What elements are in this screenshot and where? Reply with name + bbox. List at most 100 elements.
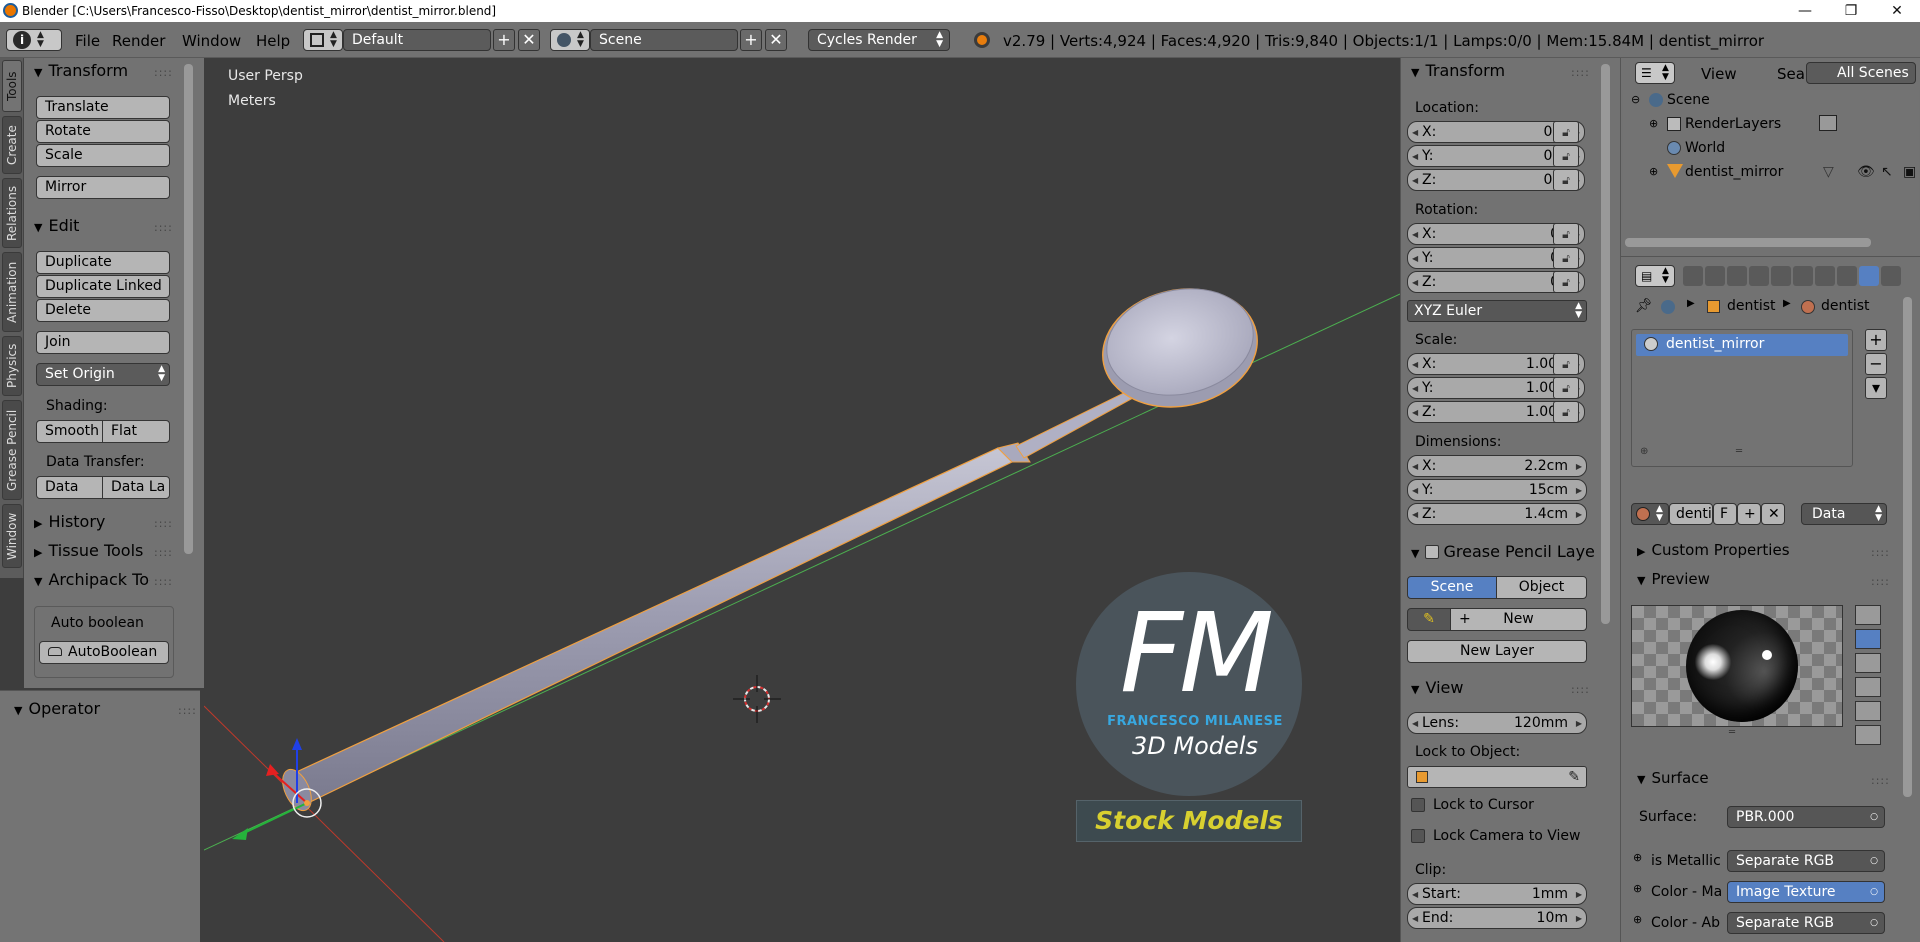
view-panel-header[interactable]: ▼ View xyxy=(1411,678,1463,697)
grease-pencil-checkbox[interactable] xyxy=(1425,545,1440,559)
tab-physics[interactable]: Physics xyxy=(2,336,22,396)
new-material-button[interactable]: + xyxy=(1737,503,1761,525)
3d-viewport[interactable]: User Persp Meters FM FRANCESCO MILANESE … xyxy=(204,58,1400,942)
lock-to-object-field[interactable]: ✎ xyxy=(1407,766,1587,788)
data-transfer-button[interactable]: Data xyxy=(36,476,103,499)
delete-button[interactable]: Delete xyxy=(36,299,170,322)
expand-input-icon[interactable]: ⊕ xyxy=(1633,882,1642,895)
drag-grip-icon[interactable]: :::: xyxy=(1871,774,1890,787)
lock-icon[interactable]: 🔓︎ xyxy=(1553,223,1579,245)
outliner-row-renderlayers[interactable]: ⊕ RenderLayers xyxy=(1623,112,1919,136)
expand-input-icon[interactable]: ⊕ xyxy=(1633,851,1642,864)
lock-to-cursor-checkbox[interactable] xyxy=(1411,798,1425,812)
properties-scrollbar[interactable] xyxy=(1903,297,1912,797)
material-specials-button[interactable]: ▾ xyxy=(1865,377,1887,399)
tab-tools[interactable]: Tools xyxy=(2,60,22,112)
transform-panel-header[interactable]: ▼ Transform xyxy=(34,61,128,80)
render-tab-icon[interactable] xyxy=(1683,266,1703,286)
menu-window[interactable]: Window xyxy=(182,32,241,50)
drag-grip-icon[interactable]: :::: xyxy=(154,517,173,530)
3d-cursor-icon[interactable] xyxy=(733,675,781,723)
input-node-select[interactable]: Separate RGB ○ xyxy=(1727,850,1885,872)
cube-preview-icon[interactable] xyxy=(1855,653,1881,673)
plane-preview-icon[interactable] xyxy=(1855,605,1881,625)
add-material-slot-button[interactable]: + xyxy=(1865,329,1887,351)
drag-grip-icon[interactable]: :::: xyxy=(154,546,173,559)
unlink-material-button[interactable]: ✕ xyxy=(1761,503,1785,525)
rotation-mode-select[interactable]: XYZ Euler ▲ ▼ xyxy=(1407,300,1587,322)
outliner-scrollbar[interactable] xyxy=(1625,238,1871,247)
outliner-display-mode-select[interactable]: All Scenes xyxy=(1806,62,1916,84)
archipack-panel-header[interactable]: ▼ Archipack Tools xyxy=(34,570,150,589)
lock-camera-to-view-checkbox[interactable] xyxy=(1411,829,1425,843)
x-gizmo-arrow[interactable] xyxy=(266,764,279,776)
transform-panel-header[interactable]: ▼ Transform xyxy=(1411,61,1505,80)
sphere-preview-icon[interactable] xyxy=(1855,629,1881,649)
lock-icon[interactable]: 🔓︎ xyxy=(1553,247,1579,269)
gp-object-toggle[interactable]: Object xyxy=(1496,576,1587,599)
dimensions-x-field[interactable]: ◀ X: 2.2cm ▶ xyxy=(1407,455,1587,477)
auto-boolean-button[interactable]: AutoBoolean xyxy=(39,641,169,664)
lock-icon[interactable]: 🔓︎ xyxy=(1553,401,1579,423)
tab-create[interactable]: Create xyxy=(2,116,22,174)
material-browse-button[interactable]: ▲ ▼ xyxy=(1631,503,1669,525)
scale-button[interactable]: Scale xyxy=(36,144,170,167)
dimensions-y-field[interactable]: ◀ Y: 15cm ▶ xyxy=(1407,479,1587,501)
operator-panel-header[interactable]: ▼ Operator xyxy=(14,699,100,718)
lock-icon[interactable]: 🔓︎ xyxy=(1553,377,1579,399)
input-node-select[interactable]: Separate RGB ○ xyxy=(1727,912,1885,934)
input-node-select[interactable]: Image Texture ○ xyxy=(1727,881,1885,903)
mirror-button[interactable]: Mirror xyxy=(36,176,170,199)
drag-grip-icon[interactable]: :::: xyxy=(1571,683,1590,696)
maximize-button[interactable]: ❐ xyxy=(1828,0,1874,22)
lock-icon[interactable]: 🔓︎ xyxy=(1553,271,1579,293)
tab-grease-pencil[interactable]: Grease Pencil xyxy=(2,400,22,500)
menu-help[interactable]: Help xyxy=(256,32,290,50)
render-engine-select[interactable]: Cycles Render ▲ ▼ xyxy=(808,29,950,51)
object-tab-icon[interactable] xyxy=(1771,266,1791,286)
fake-user-button[interactable]: F xyxy=(1713,503,1737,525)
remove-material-slot-button[interactable]: − xyxy=(1865,353,1887,375)
smooth-button[interactable]: Smooth xyxy=(36,420,103,443)
constraints-tab-icon[interactable] xyxy=(1793,266,1813,286)
outliner-editor-type-button[interactable]: ☰ ▲ ▼ xyxy=(1635,62,1675,84)
lock-icon[interactable]: 🔓︎ xyxy=(1553,121,1579,143)
world-tab-icon[interactable] xyxy=(1749,266,1769,286)
preview-panel-header[interactable]: ▼ Preview xyxy=(1637,570,1710,588)
list-filter-icon[interactable]: ⊕ xyxy=(1640,446,1648,457)
drag-grip-icon[interactable]: :::: xyxy=(154,221,173,234)
data-tab-icon[interactable] xyxy=(1837,266,1857,286)
outliner-row-world[interactable]: World xyxy=(1623,136,1919,160)
layout-browse-button[interactable]: ▲ ▼ xyxy=(303,29,343,51)
expand-input-icon[interactable]: ⊕ xyxy=(1633,913,1642,926)
drag-grip-icon[interactable]: :::: xyxy=(1571,66,1590,79)
sidebar-scrollbar[interactable] xyxy=(1601,64,1610,624)
scene-tab-icon[interactable] xyxy=(1727,266,1747,286)
outliner-view-menu[interactable]: View xyxy=(1701,65,1737,83)
lens-field[interactable]: ◀ Lens: 120mm ▶ xyxy=(1407,712,1587,734)
duplicate-button[interactable]: Duplicate xyxy=(36,251,170,274)
custom-properties-panel-header[interactable]: ▶ Custom Properties xyxy=(1637,541,1790,559)
join-button[interactable]: Join xyxy=(36,331,170,354)
flat-button[interactable]: Flat xyxy=(102,420,170,443)
y-gizmo-arrow[interactable] xyxy=(232,828,248,840)
material-tab-icon[interactable] xyxy=(1859,266,1879,286)
gp-new-button[interactable]: + New xyxy=(1450,608,1587,631)
z-gizmo-arrow[interactable] xyxy=(292,738,302,750)
tab-window[interactable]: Window xyxy=(2,504,22,568)
material-name-field[interactable]: denti xyxy=(1669,503,1713,525)
menu-render[interactable]: Render xyxy=(112,32,165,50)
hair-preview-icon[interactable] xyxy=(1855,701,1881,721)
spheres-preview-icon[interactable] xyxy=(1855,725,1881,745)
modifiers-tab-icon[interactable] xyxy=(1815,266,1835,286)
resize-grip-icon[interactable]: ═ xyxy=(1729,727,1735,738)
duplicate-linked-button[interactable]: Duplicate Linked xyxy=(36,275,170,298)
lock-icon[interactable]: 🔓︎ xyxy=(1553,145,1579,167)
tab-relations[interactable]: Relations xyxy=(2,178,22,248)
tool-shelf-scrollbar[interactable] xyxy=(184,64,193,554)
surface-shader-select[interactable]: PBR.000 ○ xyxy=(1727,806,1885,828)
gp-data-browse-button[interactable]: ✎ xyxy=(1407,608,1451,631)
gp-scene-toggle[interactable]: Scene xyxy=(1407,576,1497,599)
add-scene-button[interactable]: + xyxy=(740,29,762,51)
add-layout-button[interactable]: + xyxy=(493,29,515,51)
